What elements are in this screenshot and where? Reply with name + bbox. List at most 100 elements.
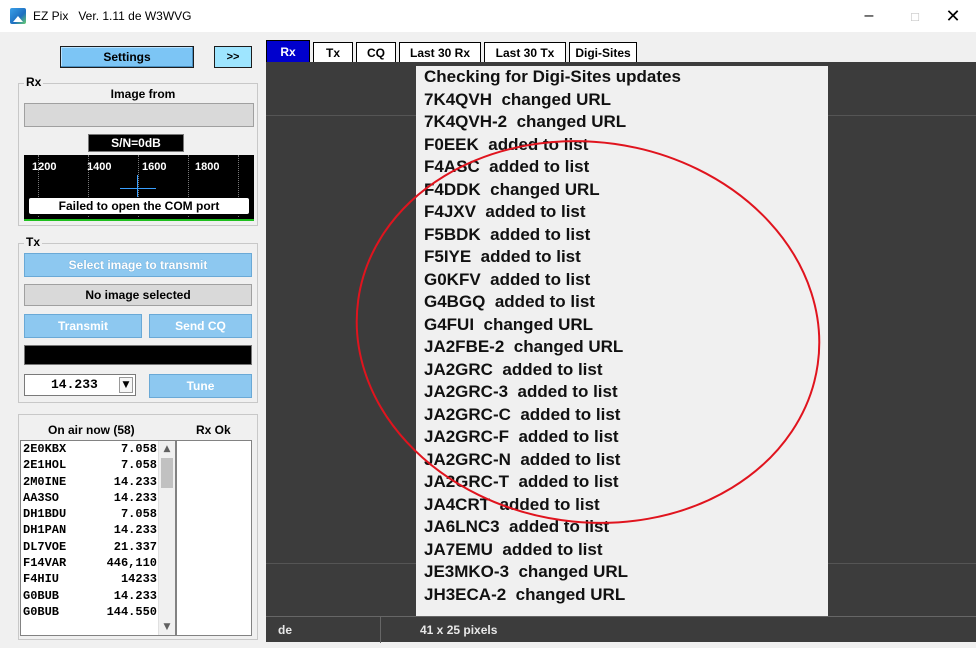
- log-line: JA2GRC-T added to list: [424, 472, 619, 491]
- station-frequency: 21.337: [113, 539, 157, 554]
- station-frequency: 144.550: [106, 604, 157, 619]
- log-line: Checking for Digi-Sites updates: [424, 67, 681, 86]
- log-line: JA7EMU added to list: [424, 539, 603, 559]
- log-line: JE3MKO-3 changed URL: [424, 562, 629, 581]
- log-line: JA2GRC-N added to list: [424, 449, 621, 469]
- log-line: F4ASC added to list: [424, 157, 590, 176]
- send-cq-button[interactable]: Send CQ: [149, 314, 252, 338]
- frequency-value: 14.233: [51, 377, 98, 392]
- frequency-select[interactable]: 14.233 ▼: [24, 374, 136, 396]
- window-title: EZ Pix Ver. 1.11 de W3WVG: [33, 9, 192, 23]
- on-air-list[interactable]: 2E0KBX 7.058 2E1HOL 7.058 2M0INE 14.233 AA3SO 1…: [20, 440, 176, 636]
- station-callsign: DL7VOE: [23, 539, 67, 554]
- rx-ok-header: Rx Ok: [196, 423, 231, 437]
- tx-group-label: Tx: [24, 235, 43, 249]
- station-frequency: 14233: [120, 572, 157, 587]
- tx-progress-display: [24, 345, 252, 365]
- log-line: F5IYE added to list: [424, 247, 581, 266]
- tuning-marker: [120, 188, 156, 189]
- expand-button[interactable]: >>: [214, 46, 252, 68]
- status-bar: de 41 x 25 pixels: [266, 616, 976, 643]
- snr-display: S/N=0dB: [88, 134, 184, 152]
- log-line: JA2GRC added to list: [424, 359, 603, 379]
- scroll-up-icon[interactable]: ▲: [159, 441, 175, 457]
- station-callsign: DH1PAN: [23, 523, 67, 538]
- log-line: G4FUI changed URL: [424, 314, 594, 334]
- chevron-down-icon[interactable]: ▼: [119, 377, 133, 393]
- log-line: JA6LNC3 added to list: [424, 517, 610, 536]
- digi-sites-update-log[interactable]: Checking for Digi-Sites updates 7K4QVH ch…: [416, 66, 828, 616]
- station-callsign: 2E0KBX: [23, 442, 67, 456]
- list-item[interactable]: F14VAR 446,110: [21, 555, 175, 571]
- log-line: 7K4QVH-2 changed URL: [424, 112, 627, 131]
- station-frequency: 7.058: [120, 507, 157, 522]
- station-callsign: F4HIU: [23, 572, 60, 587]
- station-callsign: 2M0INE: [23, 474, 67, 489]
- log-line: 7K4QVH changed URL: [424, 89, 612, 109]
- scroll-down-icon[interactable]: ▼: [159, 619, 175, 635]
- rx-ok-list[interactable]: [176, 440, 252, 636]
- tab-last-30-tx[interactable]: Last 30 Tx: [484, 42, 566, 62]
- status-separator: [380, 617, 381, 643]
- list-item[interactable]: DL7VOE 21.337: [21, 539, 175, 555]
- station-frequency: 446,110: [106, 556, 157, 571]
- log-line: F0EEK added to list: [424, 134, 589, 154]
- list-item[interactable]: DH1BDU 7.058: [21, 506, 175, 522]
- station-callsign: G0BUB: [23, 588, 60, 603]
- list-item[interactable]: G0BUB 14.233: [21, 588, 175, 604]
- app-logo-icon: [10, 8, 26, 24]
- log-line: JA4CRT added to list: [424, 494, 600, 514]
- spectrum-tick-label: 1600: [142, 161, 167, 173]
- scroll-thumb[interactable]: [161, 458, 173, 488]
- log-line: F4JXV added to list: [424, 202, 586, 221]
- spectrum-tick-label: 1200: [32, 161, 57, 173]
- log-line: JA2FBE-2 changed URL: [424, 337, 624, 356]
- station-frequency: 14.233: [113, 523, 157, 538]
- station-callsign: AA3SO: [23, 490, 60, 505]
- log-line: F5BDK added to list: [424, 224, 591, 244]
- station-callsign: G0BUB: [23, 604, 60, 619]
- station-frequency: 14.233: [113, 588, 157, 603]
- station-callsign: F14VAR: [23, 556, 67, 571]
- selected-image-status: No image selected: [24, 284, 252, 306]
- list-item[interactable]: 2E1HOL 7.058: [21, 457, 175, 473]
- log-line: F4DDK changed URL: [424, 179, 600, 199]
- tab-digi-sites[interactable]: Digi-Sites: [569, 42, 637, 62]
- title-bar: EZ Pix Ver. 1.11 de W3WVG – □ ✕: [0, 0, 976, 32]
- station-frequency: 14.233: [113, 490, 157, 505]
- select-image-button[interactable]: Select image to transmit: [24, 253, 252, 277]
- tab-bar: Rx Tx CQ Last 30 Rx Last 30 Tx Digi-Sites: [266, 40, 640, 62]
- log-line: JA2GRC-3 added to list: [424, 382, 618, 401]
- com-port-error: Failed to open the COM port: [28, 197, 250, 215]
- spectrum-tick-label: 1400: [87, 161, 112, 173]
- app-window: EZ Pix Ver. 1.11 de W3WVG – □ ✕ Settings…: [0, 0, 976, 648]
- tab-last-30-rx[interactable]: Last 30 Rx: [399, 42, 481, 62]
- tab-rx[interactable]: Rx: [266, 40, 310, 62]
- on-air-scrollbar[interactable]: ▲ ▼: [158, 441, 175, 635]
- tune-button[interactable]: Tune: [149, 374, 252, 398]
- signal-baseline: [24, 219, 254, 221]
- list-item[interactable]: AA3SO 14.233: [21, 490, 175, 506]
- list-item[interactable]: F4HIU 14233: [21, 571, 175, 587]
- log-line: JA2GRC-C added to list: [424, 404, 621, 424]
- image-from-field: [24, 103, 254, 127]
- log-line: JA2GRC-F added to list: [424, 427, 619, 446]
- minimize-button[interactable]: –: [846, 0, 892, 32]
- list-item[interactable]: DH1PAN 14.233: [21, 522, 175, 538]
- list-item[interactable]: 2E0KBX 7.058: [21, 441, 175, 457]
- settings-button[interactable]: Settings: [60, 46, 194, 68]
- station-frequency: 7.058: [120, 442, 157, 456]
- station-callsign: 2E1HOL: [23, 458, 67, 473]
- close-button[interactable]: ✕: [930, 0, 976, 32]
- on-air-header: On air now (58): [48, 423, 135, 437]
- station-callsign: DH1BDU: [23, 507, 67, 522]
- rx-group-label: Rx: [24, 75, 44, 89]
- status-de: de: [278, 623, 293, 637]
- log-line: JH3ECA-2 changed URL: [424, 584, 626, 604]
- list-item[interactable]: G0BUB 144.550: [21, 604, 175, 620]
- image-size-status: 41 x 25 pixels: [420, 623, 498, 637]
- tab-cq[interactable]: CQ: [356, 42, 396, 62]
- list-item[interactable]: 2M0INE 14.233: [21, 474, 175, 490]
- transmit-button[interactable]: Transmit: [24, 314, 142, 338]
- tab-tx[interactable]: Tx: [313, 42, 353, 62]
